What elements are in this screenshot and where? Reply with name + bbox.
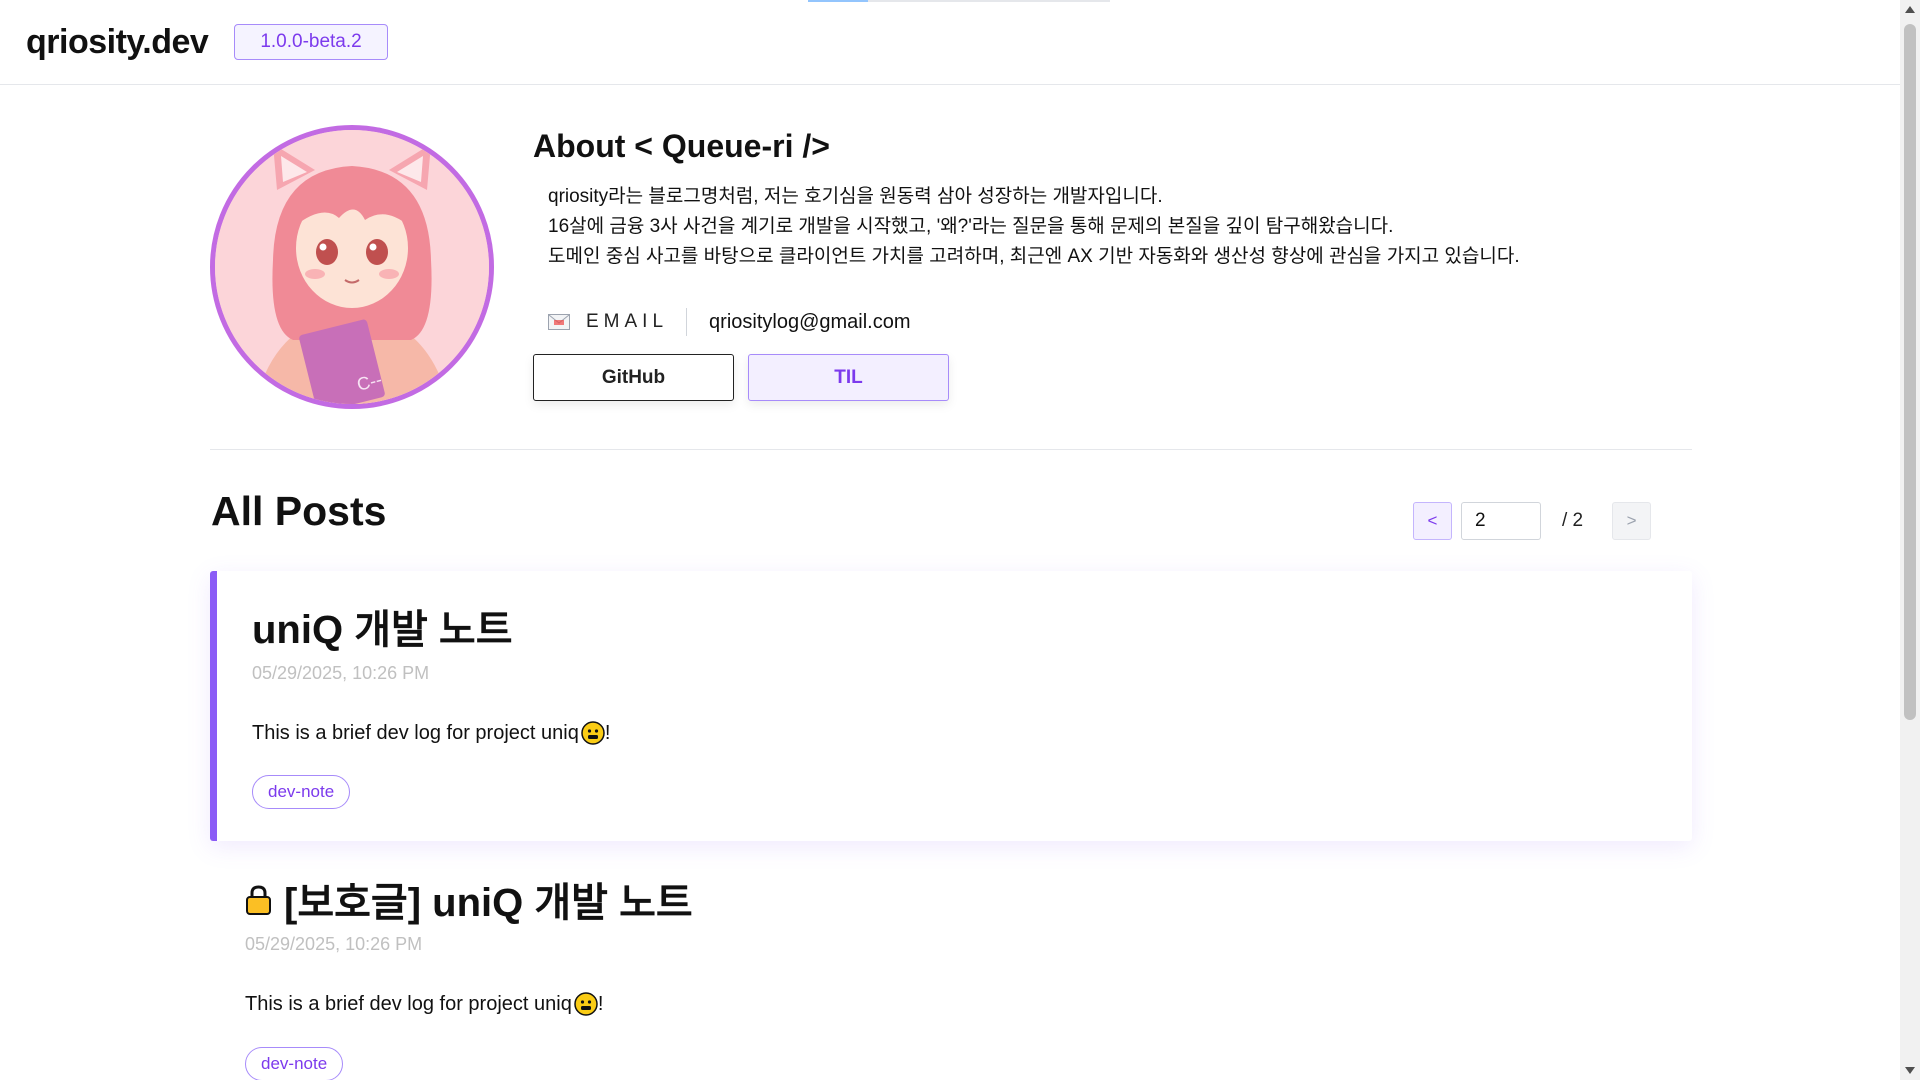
next-page-button[interactable]: >	[1612, 502, 1652, 540]
smiley-emoji-icon	[574, 992, 598, 1016]
post-title[interactable]: uniQ 개발 노트	[252, 597, 513, 655]
page-total: / 2	[1562, 510, 1584, 531]
profile-avatar	[210, 125, 494, 409]
email-address[interactable]: qriositylog@gmail.com	[709, 311, 910, 334]
email-divider	[686, 308, 688, 336]
post-excerpt-suffix: !	[597, 992, 604, 1015]
smiley-emoji-icon	[581, 721, 605, 745]
til-button[interactable]: TIL	[748, 354, 949, 401]
post-title-text[interactable]: uniQ 개발 노트	[252, 597, 513, 655]
scrollbar-thumb[interactable]	[1904, 24, 1916, 720]
page-scrollbar[interactable]	[1900, 0, 1920, 1080]
avatar-illustration	[215, 130, 489, 404]
github-button[interactable]: GitHub	[533, 354, 734, 401]
post-card[interactable]: uniQ 개발 노트 05/29/2025, 10:26 PM This is …	[210, 571, 1692, 841]
post-card[interactable]: [보호글] uniQ 개발 노트 05/29/2025, 10:26 PM Th…	[210, 842, 1692, 1080]
site-header: qriosity.dev 1.0.0-beta.2	[0, 0, 1900, 85]
post-excerpt-text: This is a brief dev log for project uniq	[245, 992, 572, 1015]
about-line: 16살에 금융 3사 사건을 계기로 개발을 시작했고, '왜?'라는 질문을 …	[548, 216, 1394, 237]
about-description: qriosity라는 블로그명처럼, 저는 호기심을 원동력 삼아 성장하는 개…	[548, 182, 1520, 272]
post-date: 05/29/2025, 10:26 PM	[252, 663, 430, 683]
pagination: < / 2 >	[1413, 502, 1652, 540]
previous-page-button[interactable]: <	[1413, 502, 1452, 540]
post-excerpt: This is a brief dev log for project uniq…	[245, 992, 603, 1016]
about-title: About < Queue-ri />	[533, 128, 830, 164]
lock-icon	[246, 884, 271, 915]
scroll-down-arrow-icon[interactable]	[1905, 1067, 1915, 1074]
envelope-icon	[548, 314, 570, 330]
post-date: 05/29/2025, 10:26 PM	[245, 934, 423, 954]
email-label: EMAIL	[586, 311, 669, 332]
email-row: EMAIL qriositylog@gmail.com	[548, 306, 911, 338]
about-line: 도메인 중심 사고를 바탕으로 클라이언트 가치를 고려하며, 최근엔 AX 기…	[548, 246, 1520, 267]
site-logo[interactable]: qriosity.dev	[26, 23, 209, 62]
all-posts-title: All Posts	[211, 488, 387, 534]
page-number-input[interactable]	[1461, 502, 1541, 540]
version-badge: 1.0.0-beta.2	[234, 24, 388, 60]
post-tag[interactable]: dev-note	[245, 1047, 344, 1080]
post-excerpt: This is a brief dev log for project uniq…	[252, 721, 610, 745]
scroll-up-arrow-icon[interactable]	[1905, 6, 1915, 13]
about-line: qriosity라는 블로그명처럼, 저는 호기심을 원동력 삼아 성장하는 개…	[548, 186, 1163, 207]
post-title[interactable]: [보호글] uniQ 개발 노트	[245, 870, 693, 928]
post-title-text[interactable]: [보호글] uniQ 개발 노트	[284, 870, 693, 928]
post-excerpt-text: This is a brief dev log for project uniq	[252, 721, 579, 744]
post-tag[interactable]: dev-note	[252, 775, 351, 809]
section-divider	[210, 449, 1692, 450]
post-excerpt-suffix: !	[604, 721, 611, 744]
